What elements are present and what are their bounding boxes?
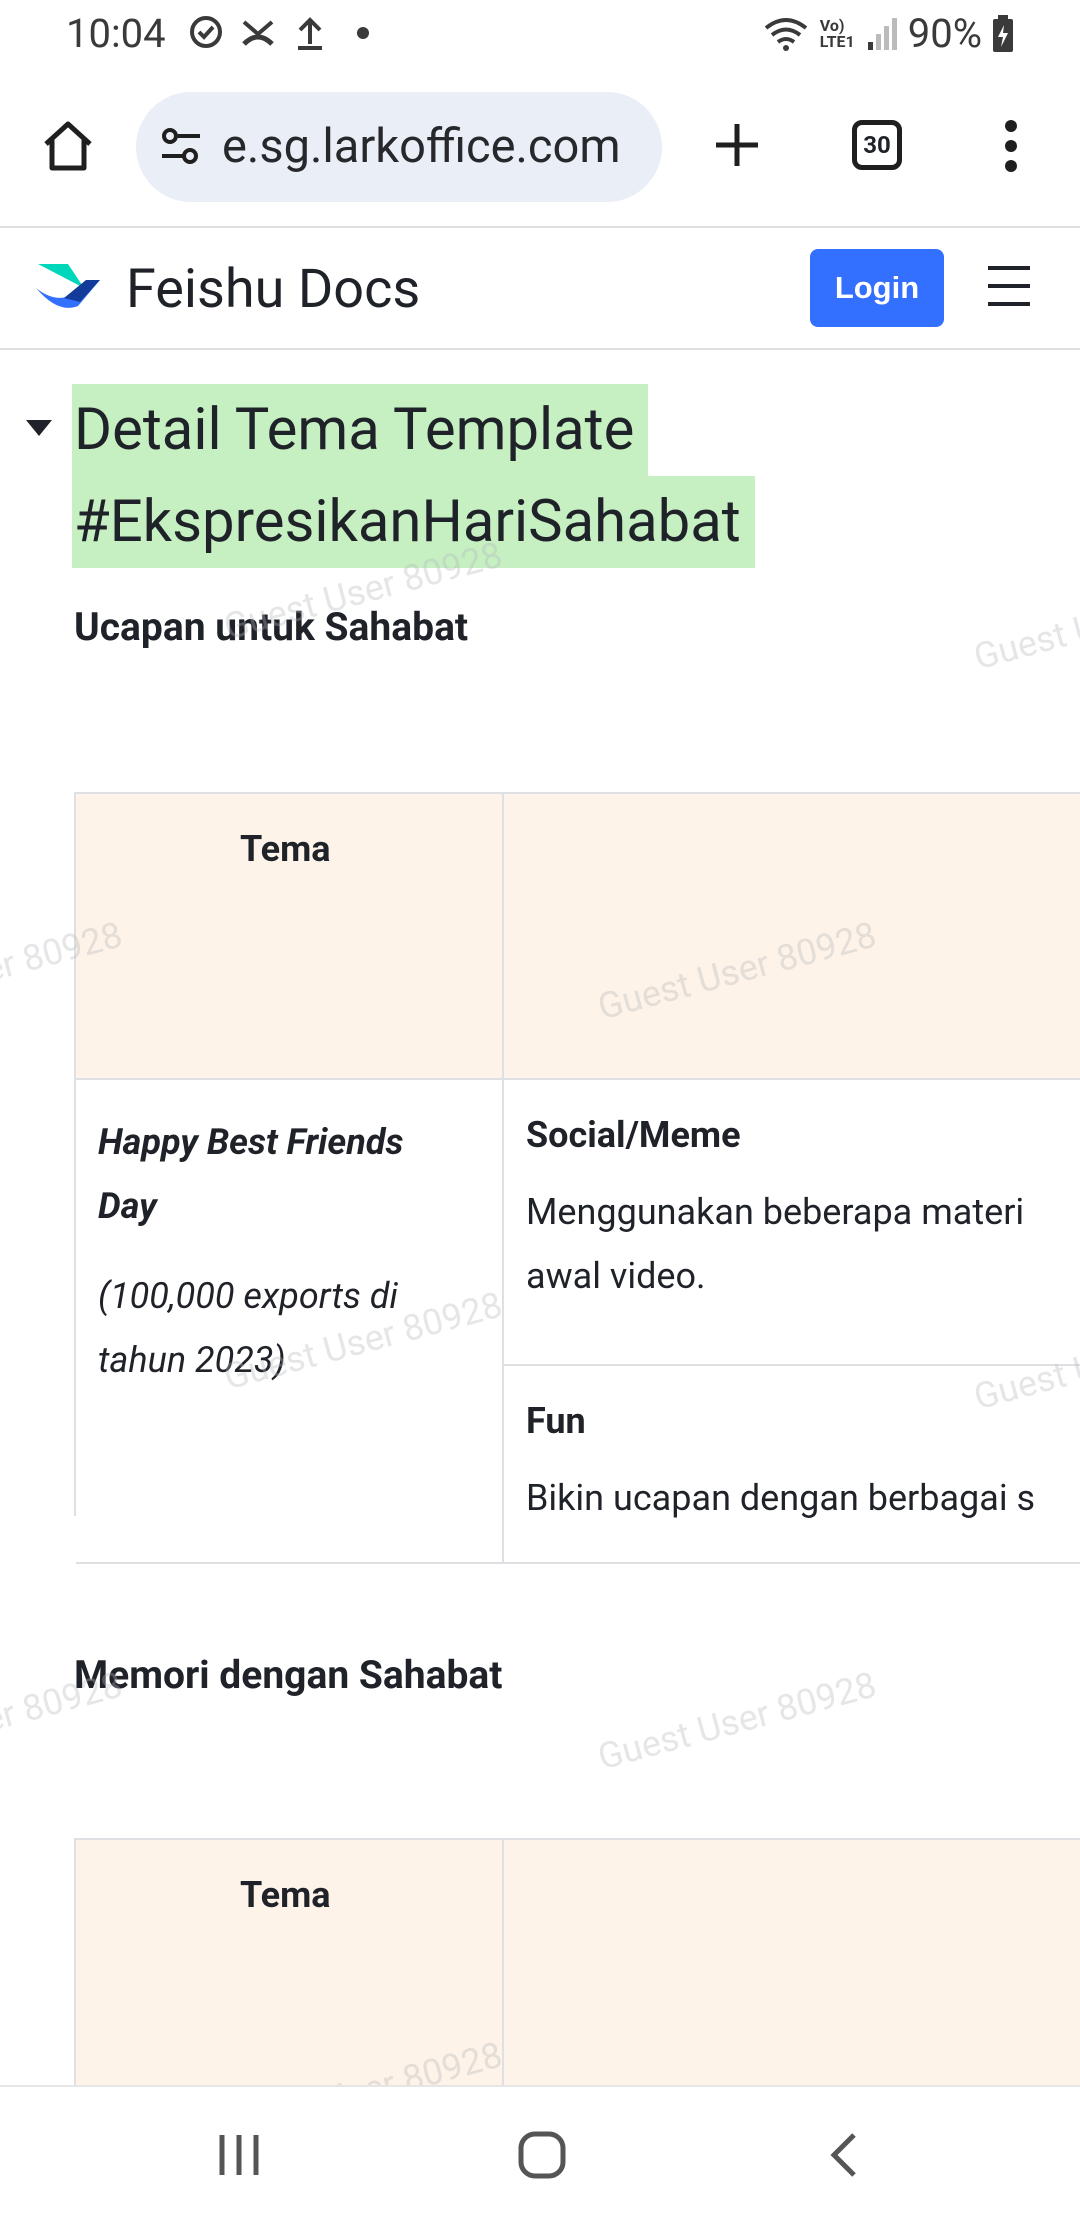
brand-name[interactable]: Feishu Docs — [126, 258, 420, 321]
social-line2: awal video. — [526, 1255, 706, 1297]
battery-charging-icon — [993, 14, 1013, 52]
system-nav-bar — [0, 2085, 1080, 2220]
missed-call-icon — [242, 20, 274, 46]
table-cell-theme: Happy Best Friends Day (100,000 exports … — [76, 1080, 504, 1564]
table-header-cell — [504, 794, 1080, 1080]
table-header-cell — [504, 1840, 1080, 2085]
collapse-toggle-icon[interactable] — [26, 420, 52, 438]
notification-icon — [190, 16, 222, 48]
section-title-ucapan: Ucapan untuk Sahabat — [74, 604, 469, 650]
status-time: 10:04 — [66, 10, 166, 57]
more-options-icon[interactable] — [1000, 118, 1022, 174]
home-nav-icon[interactable] — [518, 2131, 566, 2179]
section-title-memori: Memori dengan Sahabat — [74, 1652, 503, 1698]
social-line1: Menggunakan beberapa materi — [526, 1191, 1025, 1233]
theme-title-line1: Happy Best Friends — [98, 1121, 404, 1163]
login-button[interactable]: Login — [810, 249, 944, 327]
table-header-cell: Tema — [76, 794, 504, 1080]
theme-note-line1: (100,000 exports di — [98, 1275, 398, 1317]
home-icon[interactable] — [40, 118, 96, 174]
address-bar[interactable]: e.sg.larkoffice.com — [136, 92, 662, 202]
theme-note: (100,000 exports di tahun 2023) — [98, 1264, 398, 1392]
browser-toolbar: e.sg.larkoffice.com 30 — [0, 88, 1080, 204]
document-heading: Detail Tema Template #EkspresikanHariSah… — [72, 384, 755, 568]
back-icon[interactable] — [826, 2131, 860, 2179]
header-tema: Tema — [240, 1874, 331, 1916]
app-header: Feishu Docs Login — [0, 228, 1080, 348]
feishu-logo-icon[interactable] — [34, 258, 104, 318]
signal-icon — [867, 17, 897, 50]
social-meme-title: Social/Meme — [526, 1114, 741, 1156]
table-header-cell: Tema — [76, 1840, 504, 2085]
table-ucapan: Tema Happy Best Friends Day (100,000 exp… — [74, 792, 1080, 1564]
fun-title: Fun — [526, 1400, 586, 1442]
site-settings-icon[interactable] — [158, 124, 204, 170]
theme-title: Happy Best Friends Day — [98, 1110, 403, 1238]
upload-icon — [298, 17, 322, 50]
url-text[interactable]: e.sg.larkoffice.com — [222, 119, 621, 174]
watermark: Guest User 80928 — [593, 1663, 881, 1779]
dot-icon — [357, 27, 369, 39]
new-tab-icon[interactable] — [712, 120, 762, 170]
heading-line-1: Detail Tema Template — [72, 384, 649, 476]
tab-count: 30 — [863, 131, 891, 159]
recent-apps-icon[interactable] — [216, 2133, 262, 2177]
network-label: Vo) LTE1 — [819, 15, 855, 51]
wifi-icon — [764, 17, 807, 51]
social-meme-text: Menggunakan beberapa materi awal video. — [526, 1180, 1024, 1308]
document-body: Detail Tema Template #EkspresikanHariSah… — [0, 350, 1080, 2085]
heading-line-2: #EkspresikanHariSahabat — [72, 476, 755, 568]
battery-percent: 90% — [907, 10, 982, 57]
table-cell-social: Social/Meme Menggunakan beberapa materi … — [504, 1080, 1080, 1366]
theme-note-line2: tahun 2023) — [98, 1339, 286, 1381]
status-right-group: Vo) LTE1 90% — [762, 10, 1014, 57]
header-tema: Tema — [240, 828, 331, 870]
tab-switcher-button[interactable]: 30 — [852, 120, 902, 170]
status-bar: 10:04 Vo) LTE1 90% — [0, 0, 1080, 66]
hamburger-menu-icon[interactable] — [986, 264, 1032, 308]
table-cell-fun: Fun Bikin ucapan dengan berbagai s — [504, 1366, 1080, 1564]
table-memori: Tema — [74, 1838, 1080, 2085]
fun-text: Bikin ucapan dengan berbagai s — [526, 1477, 1036, 1519]
theme-title-line2: Day — [98, 1185, 157, 1227]
watermark: Guest User 80928 — [969, 564, 1080, 679]
